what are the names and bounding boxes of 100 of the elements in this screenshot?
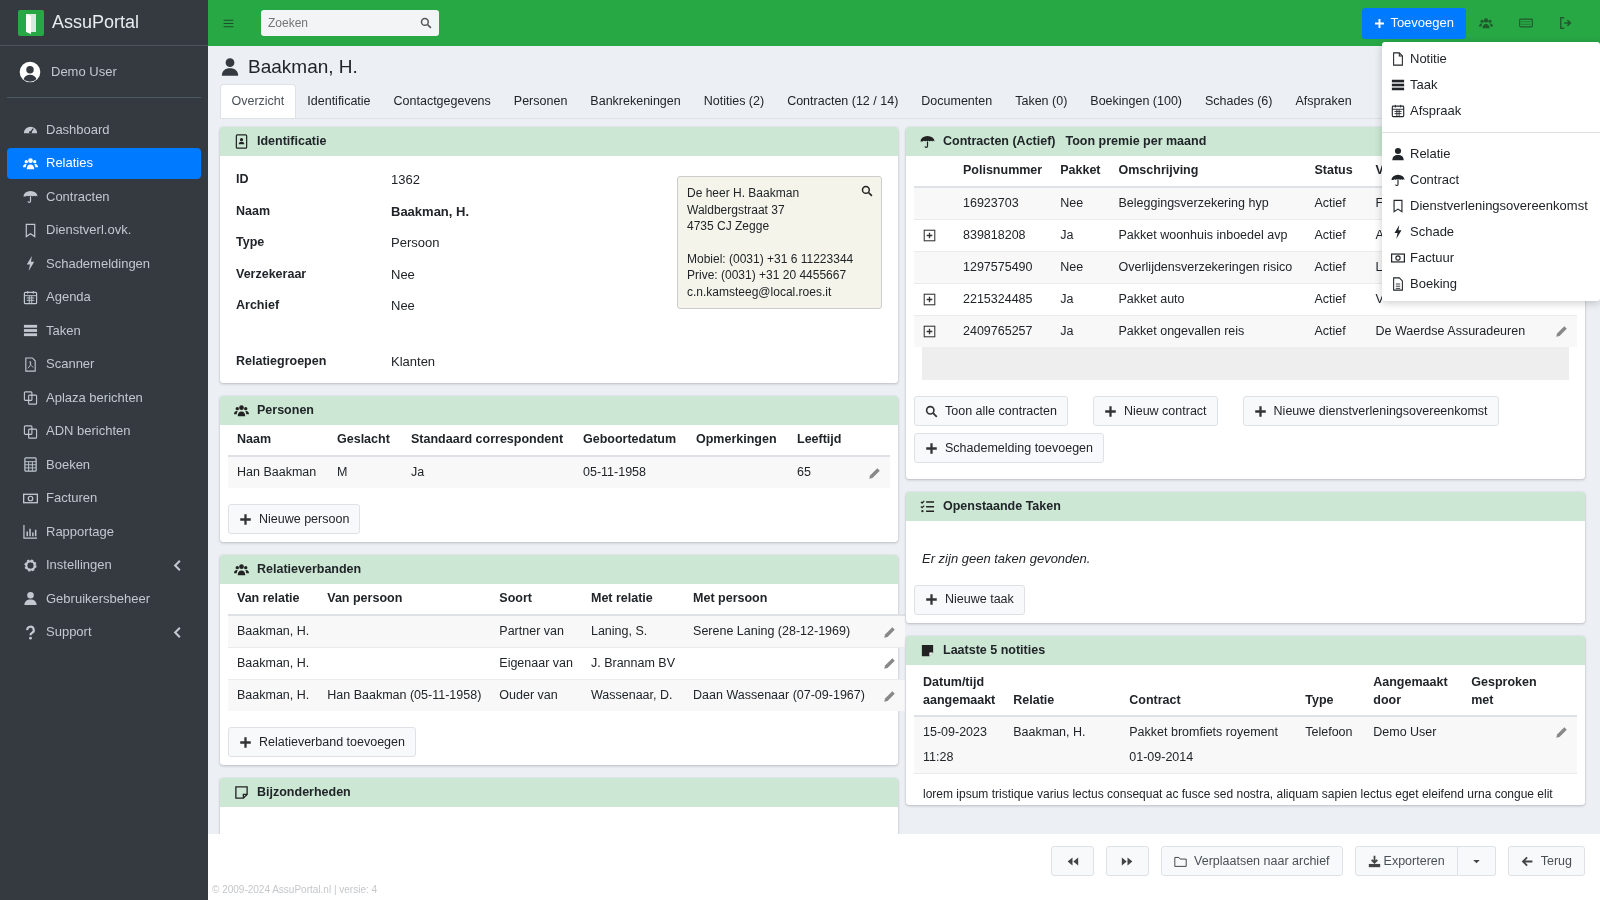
archive-button[interactable]: Verplaatsen naar archief bbox=[1161, 846, 1343, 876]
field-label: Relatiegroepen bbox=[236, 352, 328, 370]
column-header: Aangemaakt door bbox=[1364, 664, 1463, 716]
edit-icon bbox=[882, 689, 896, 703]
new-task-button[interactable]: Nieuwe taak bbox=[914, 584, 1025, 615]
table-cell: 2409765257 bbox=[954, 315, 1052, 347]
sidebar-item[interactable]: Dashboard bbox=[7, 114, 201, 145]
tab[interactable]: Documenten bbox=[909, 84, 1004, 118]
sidebar-item[interactable]: Aplaza berichten bbox=[7, 382, 201, 413]
expand-icon bbox=[923, 324, 936, 338]
tab[interactable]: Afspraken bbox=[1283, 84, 1364, 118]
tasks-icon bbox=[23, 323, 38, 338]
new-contract-button[interactable]: Nieuw contract bbox=[1092, 396, 1218, 426]
expand-button[interactable] bbox=[923, 292, 936, 306]
sidebar-item[interactable]: Schademeldingen bbox=[7, 248, 201, 279]
keyboard-icon bbox=[1519, 16, 1533, 30]
plus-icon bbox=[1253, 404, 1267, 418]
sidebar-item[interactable]: ADN berichten bbox=[7, 415, 201, 447]
sidebar-item[interactable]: Contracten bbox=[7, 181, 201, 212]
table-cell: Serene Laning (28-12-1969) bbox=[684, 615, 874, 647]
table-cell: 65 bbox=[788, 456, 851, 488]
download-icon bbox=[1367, 854, 1381, 868]
edit-button[interactable] bbox=[1555, 725, 1568, 739]
note-icon bbox=[920, 642, 935, 658]
search-icon bbox=[925, 404, 938, 418]
bar-chart-icon bbox=[23, 524, 38, 539]
plus-icon bbox=[239, 735, 252, 749]
sidebar-item[interactable]: Instellingen bbox=[7, 549, 201, 581]
table-cell: Pakket ongevallen reis bbox=[1109, 315, 1306, 347]
table-cell: Nee bbox=[1051, 187, 1110, 219]
previous-button[interactable] bbox=[1051, 846, 1095, 876]
menu-item[interactable]: Notitie bbox=[1382, 46, 1600, 72]
tab[interactable]: Overzicht bbox=[220, 84, 296, 118]
field-label: Archief bbox=[236, 297, 281, 315]
sidebar-item[interactable]: Facturen bbox=[7, 482, 201, 514]
card-title: Identificatie bbox=[257, 133, 327, 151]
empty-message: Er zijn geen taken gevonden. bbox=[921, 550, 1092, 568]
sidebar-item[interactable]: Dienstverl.ovk. bbox=[7, 214, 201, 246]
table-cell: 15-09-2023 11:28 bbox=[914, 715, 1005, 773]
tab[interactable]: Schades (6) bbox=[1193, 84, 1284, 118]
show-all-button[interactable]: Toon alle contracten bbox=[914, 396, 1068, 426]
tab[interactable]: Bankrekeningen bbox=[578, 84, 693, 118]
menu-item[interactable]: Afspraak bbox=[1382, 98, 1600, 124]
sidebar-item[interactable]: Support bbox=[7, 616, 201, 648]
tab[interactable]: Contracten (12 / 14) bbox=[775, 84, 910, 118]
document-icon bbox=[1391, 277, 1405, 291]
tab[interactable]: Identificatie bbox=[295, 84, 383, 118]
table-cell: Daan Wassenaar (07-09-1967) bbox=[684, 679, 874, 711]
card-title: Openstaande Taken bbox=[943, 498, 1061, 516]
bookmark-icon bbox=[1391, 199, 1405, 213]
edit-button[interactable] bbox=[1555, 324, 1568, 338]
users-icon bbox=[1479, 16, 1493, 30]
new-agreement-button[interactable]: Nieuwe dienstverleningsovereenkomst bbox=[1242, 396, 1499, 426]
add-button[interactable]: Toevoegen bbox=[1362, 7, 1466, 39]
table-cell: Baakman, H. bbox=[228, 679, 319, 711]
table-cell: Baakman, H. bbox=[1004, 715, 1121, 773]
help-icon bbox=[23, 624, 38, 640]
sidebar-item[interactable]: Relaties bbox=[7, 147, 201, 179]
table-cell: 1297575490 bbox=[954, 251, 1052, 283]
next-button[interactable] bbox=[1106, 846, 1150, 876]
sidebar-item[interactable]: Taken bbox=[7, 315, 201, 346]
sidebar-item[interactable]: Scanner bbox=[7, 348, 201, 380]
sidebar-item[interactable]: Rapportage bbox=[7, 516, 201, 547]
sidebar-item[interactable]: Agenda bbox=[7, 281, 201, 313]
card-title: Bijzonderheden bbox=[257, 784, 351, 802]
users-icon bbox=[234, 403, 249, 418]
field-value: Nee bbox=[391, 297, 415, 315]
umbrella-icon bbox=[1391, 173, 1405, 187]
edit-icon bbox=[868, 466, 881, 480]
add-relation-button[interactable]: Relatieverband toevoegen bbox=[228, 727, 416, 757]
logo-icon bbox=[18, 9, 44, 36]
user-name[interactable]: Demo User bbox=[51, 61, 117, 82]
menu-item[interactable]: Taak bbox=[1382, 72, 1600, 98]
column-header: Type bbox=[1296, 664, 1365, 716]
sidebar-item[interactable]: Gebruikersbeheer bbox=[7, 583, 201, 614]
tab[interactable]: Contactgegevens bbox=[382, 84, 503, 118]
tab[interactable]: Personen bbox=[502, 84, 579, 118]
add-claim-button[interactable]: Schademelding toevoegen bbox=[914, 433, 1105, 463]
premium-link[interactable]: Toon premie per maand bbox=[1065, 132, 1207, 151]
file-icon bbox=[1391, 52, 1405, 66]
expand-icon bbox=[923, 228, 936, 242]
tab[interactable]: Taken (0) bbox=[1003, 84, 1079, 118]
table-cell: Wassenaar, D. bbox=[581, 679, 685, 711]
dropdown-toggle-button[interactable] bbox=[1457, 846, 1496, 876]
sidebar-item[interactable]: Boeken bbox=[7, 449, 201, 480]
field-label: Verzekeraar bbox=[236, 265, 308, 283]
contact-text: Mobiel: (0031) +31 6 11223344 Prive: (0031) +31 20 4455667 c.n.kamsteeg@local.roes.it bbox=[687, 250, 855, 300]
back-button[interactable]: Terug bbox=[1507, 846, 1585, 876]
settings-icon bbox=[23, 557, 38, 573]
pdf-file-icon bbox=[23, 356, 38, 372]
export-button[interactable]: Exporteren bbox=[1354, 846, 1458, 876]
add-person-button[interactable]: Nieuwe persoon bbox=[228, 504, 361, 534]
field-value: 1362 bbox=[391, 171, 420, 189]
user-icon bbox=[23, 591, 38, 606]
tab[interactable]: Notities (2) bbox=[692, 84, 776, 118]
expand-button[interactable] bbox=[923, 228, 936, 242]
table-cell: Ja bbox=[402, 456, 574, 488]
search-field[interactable]: Zoeken bbox=[261, 10, 439, 36]
tab[interactable]: Boekingen (100) bbox=[1078, 84, 1194, 118]
expand-button[interactable] bbox=[923, 324, 936, 338]
